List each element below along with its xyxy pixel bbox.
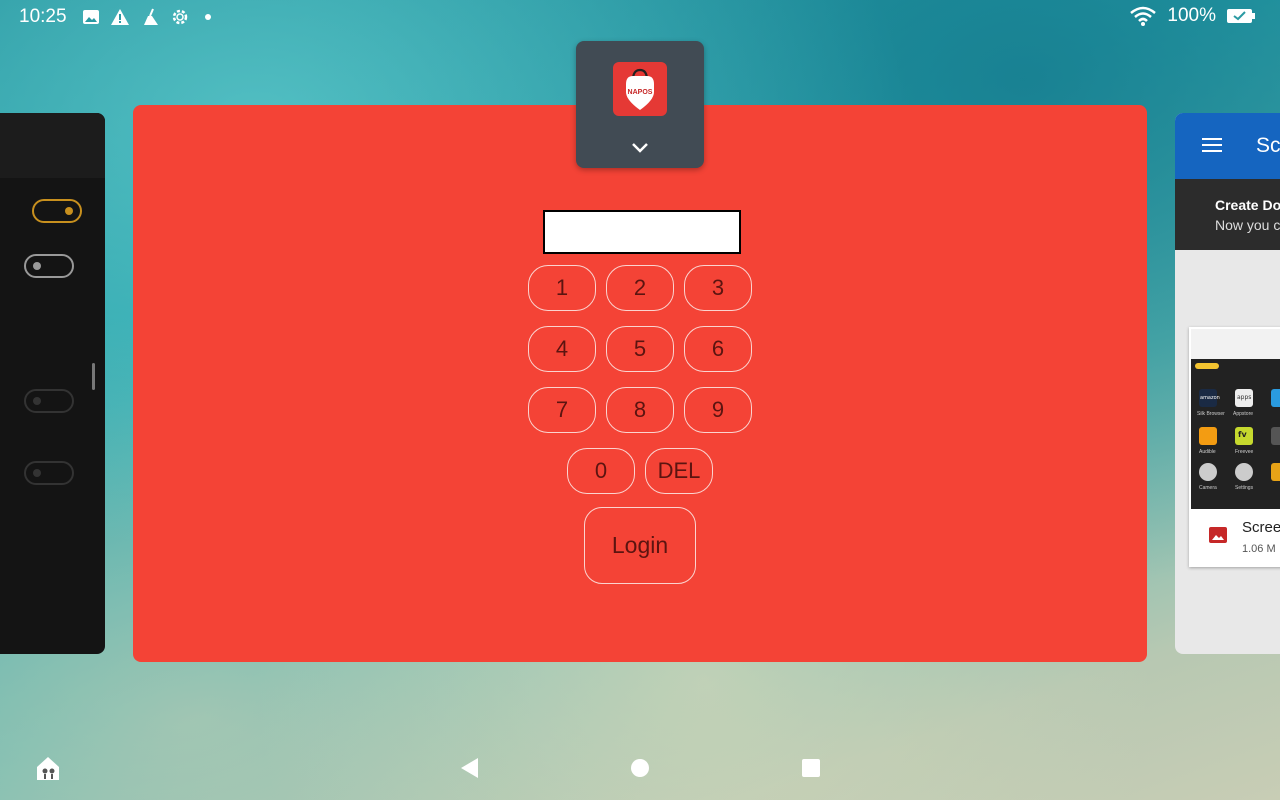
- right-card-title: Sc: [1256, 134, 1280, 157]
- recent-app-card-right[interactable]: Sc Create Do Now you c amazon apps Silk …: [1175, 113, 1280, 654]
- keypad-delete-button[interactable]: DEL: [645, 448, 713, 494]
- file-name: Scree: [1242, 519, 1280, 536]
- toggle-switch-off[interactable]: [24, 254, 74, 278]
- file-size: 1.06 M: [1242, 543, 1276, 555]
- menu-icon[interactable]: [1202, 137, 1222, 153]
- right-card-banner: [1175, 179, 1280, 250]
- thumb-app-icon: amazon: [1199, 389, 1220, 407]
- battery-icon: [1227, 9, 1255, 23]
- pin-input[interactable]: [543, 210, 741, 254]
- status-icons-left: [82, 7, 216, 27]
- recent-app-card-left[interactable]: [0, 113, 105, 654]
- keypad-key-3[interactable]: 3: [684, 265, 752, 311]
- thumb-app-label: Silk Browser: [1197, 411, 1225, 417]
- banner-title: Create Do: [1215, 197, 1280, 213]
- banner-subtitle: Now you c: [1215, 217, 1280, 233]
- keypad-key-6[interactable]: 6: [684, 326, 752, 372]
- settings-icon: [172, 9, 188, 25]
- app-icon-tab[interactable]: NAPOS: [576, 41, 704, 168]
- login-button[interactable]: Login: [584, 507, 696, 584]
- home-care-icon[interactable]: [34, 754, 62, 782]
- wifi-icon: [1130, 6, 1157, 26]
- keypad-key-9[interactable]: 9: [684, 387, 752, 433]
- status-time: 10:25: [19, 6, 67, 27]
- toggle-switch-disabled[interactable]: [24, 389, 74, 413]
- status-bar: 10:25 100%: [0, 0, 1280, 34]
- toggle-switch-disabled[interactable]: [24, 461, 74, 485]
- thumb-app-label: Camera: [1199, 485, 1217, 491]
- thumb-app-label: Audible: [1199, 449, 1216, 455]
- warning-icon: [111, 9, 129, 25]
- scrollbar-handle[interactable]: [92, 363, 95, 390]
- thumb-app-icon: fv: [1235, 427, 1253, 445]
- keypad-key-7[interactable]: 7: [528, 387, 596, 433]
- keypad-key-0[interactable]: 0: [567, 448, 635, 494]
- napos-logo: NAPOS: [613, 62, 667, 116]
- thumb-app-label: Settings: [1235, 485, 1254, 491]
- thumb-app-icon: apps: [1235, 389, 1253, 407]
- keypad-key-1[interactable]: 1: [528, 265, 596, 311]
- keypad-key-5[interactable]: 5: [606, 326, 674, 372]
- navigation-bar: [0, 740, 1280, 800]
- keypad-key-4[interactable]: 4: [528, 326, 596, 372]
- napos-logo-text: NAPOS: [628, 89, 653, 96]
- thumb-app-label: Appstore: [1233, 411, 1254, 417]
- image-file-icon: [1209, 527, 1227, 543]
- broom-icon: [144, 8, 158, 25]
- recents-icon[interactable]: [801, 758, 821, 778]
- file-thumbnail: amazon apps Silk Browser Appstore fv Aud…: [1191, 329, 1280, 509]
- back-icon[interactable]: [458, 756, 480, 780]
- chevron-down-icon[interactable]: [630, 141, 650, 155]
- status-icons-right: 100%: [1129, 5, 1256, 27]
- keypad-key-2[interactable]: 2: [606, 265, 674, 311]
- image-icon: [83, 10, 99, 24]
- home-icon[interactable]: [630, 758, 650, 778]
- toggle-switch-on[interactable]: [32, 199, 82, 223]
- battery-percent: 100%: [1167, 5, 1216, 26]
- thumb-app-label: Freevee: [1235, 449, 1254, 455]
- left-card-toolbar: [0, 113, 105, 178]
- dot-icon: [205, 14, 211, 20]
- keypad-key-8[interactable]: 8: [606, 387, 674, 433]
